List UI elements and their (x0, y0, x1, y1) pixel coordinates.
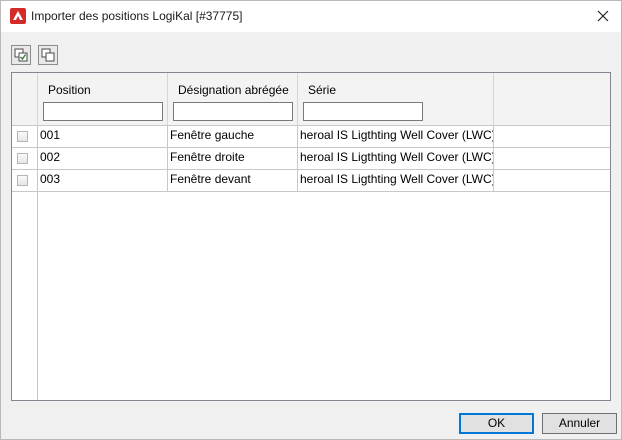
cell-position[interactable]: 003 (38, 170, 168, 191)
column-label-designation: Désignation abrégée (178, 83, 289, 97)
header-checkbox-column (12, 73, 38, 125)
row-checkbox[interactable] (17, 153, 28, 164)
title-bar[interactable]: Importer des positions LogiKal [#37775] (1, 1, 621, 32)
window-title: Importer des positions LogiKal [#37775] (31, 9, 243, 23)
table-row[interactable]: 001 Fenêtre gauche heroal IS Ligthting W… (12, 126, 610, 148)
import-positions-dialog: Importer des positions LogiKal [#37775] (0, 0, 622, 440)
cell-position[interactable]: 001 (38, 126, 168, 147)
table-row[interactable]: 003 Fenêtre devant heroal IS Ligthting W… (12, 170, 610, 192)
row-checkbox-cell (12, 126, 38, 147)
filter-designation-input[interactable] (173, 102, 293, 121)
row-checkbox-cell (12, 148, 38, 169)
select-all-icon (14, 48, 28, 62)
cell-serie[interactable]: heroal IS Ligthting Well Cover (LWC) (298, 170, 494, 191)
column-label-position: Position (48, 83, 91, 97)
positions-grid: Position Désignation abrégée Série 001 F… (11, 72, 611, 401)
cell-designation[interactable]: Fenêtre gauche (168, 126, 298, 147)
cell-designation[interactable]: Fenêtre droite (168, 148, 298, 169)
column-label-serie: Série (308, 83, 337, 97)
logikal-app-icon (10, 8, 26, 24)
cell-position[interactable]: 002 (38, 148, 168, 169)
cell-serie[interactable]: heroal IS Ligthting Well Cover (LWC) (298, 148, 494, 169)
checkbox-column-divider (37, 192, 38, 400)
header-designation[interactable]: Désignation abrégée (168, 73, 298, 125)
row-checkbox[interactable] (17, 131, 28, 142)
header-serie[interactable]: Série (298, 73, 494, 125)
grid-header: Position Désignation abrégée Série (12, 73, 610, 126)
header-position[interactable]: Position (38, 73, 168, 125)
select-all-button[interactable] (11, 45, 31, 65)
deselect-all-button[interactable] (38, 45, 58, 65)
cell-designation[interactable]: Fenêtre devant (168, 170, 298, 191)
cancel-button[interactable]: Annuler (542, 413, 617, 434)
cell-serie[interactable]: heroal IS Ligthting Well Cover (LWC) (298, 126, 494, 147)
row-checkbox-cell (12, 170, 38, 191)
row-checkbox[interactable] (17, 175, 28, 186)
ok-button[interactable]: OK (459, 413, 534, 434)
filter-position-input[interactable] (43, 102, 163, 121)
filter-serie-input[interactable] (303, 102, 423, 121)
close-icon[interactable] (595, 8, 611, 24)
deselect-all-icon (41, 48, 55, 62)
table-row[interactable]: 002 Fenêtre droite heroal IS Ligthting W… (12, 148, 610, 170)
